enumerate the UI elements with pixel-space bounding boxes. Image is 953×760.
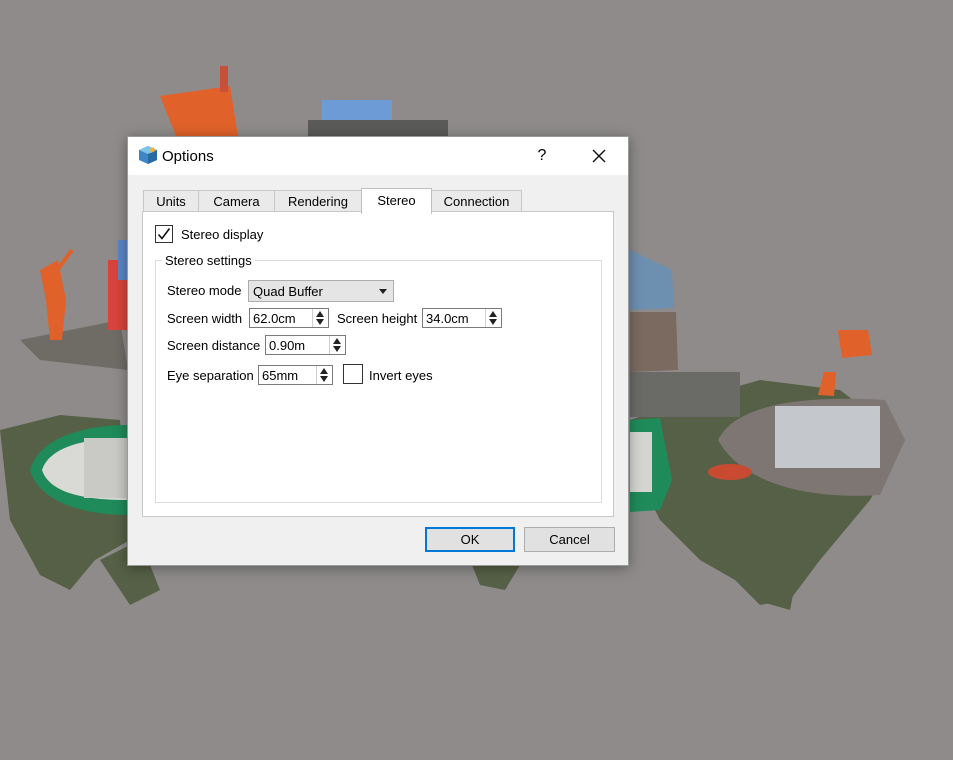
eye-separation-label: Eye separation: [167, 368, 254, 383]
arrow-down-icon[interactable]: [320, 376, 328, 382]
title-bar[interactable]: Options ?: [128, 137, 628, 175]
options-dialog: Options ? Units Camera Rendering Stereo …: [127, 136, 629, 566]
screen-distance-stepper[interactable]: [329, 336, 345, 354]
arrow-up-icon[interactable]: [489, 311, 497, 317]
dialog-title: Options: [162, 148, 214, 165]
top-crane: [160, 66, 448, 138]
screen-height-stepper[interactable]: [485, 309, 501, 327]
stereo-mode-label: Stereo mode: [167, 283, 242, 298]
stereo-display-checkbox[interactable]: [155, 225, 173, 243]
tab-camera[interactable]: Camera: [198, 190, 275, 212]
tab-connection[interactable]: Connection: [431, 190, 522, 212]
arrow-down-icon[interactable]: [333, 346, 341, 352]
invert-eyes-checkbox[interactable]: [343, 364, 363, 384]
screen-distance-label: Screen distance: [167, 338, 261, 353]
screen-height-label: Screen height: [337, 311, 418, 326]
screen-distance-spinbox[interactable]: 0.90m: [265, 335, 346, 355]
tab-units[interactable]: Units: [143, 190, 199, 212]
screen-width-value: 62.0cm: [253, 311, 296, 326]
tab-rendering[interactable]: Rendering: [274, 190, 362, 212]
eye-separation-spinbox[interactable]: 65mm: [258, 365, 333, 385]
arrow-down-icon[interactable]: [316, 319, 324, 325]
tab-stereo[interactable]: Stereo: [361, 188, 432, 214]
screen-height-value: 34.0cm: [426, 311, 469, 326]
ok-button[interactable]: OK: [425, 527, 515, 552]
stereo-settings-group: Stereo settings Stereo mode Quad Buffer …: [155, 253, 602, 503]
help-button[interactable]: ?: [530, 143, 554, 169]
arrow-up-icon[interactable]: [320, 368, 328, 374]
screen-width-stepper[interactable]: [312, 309, 328, 327]
screen-width-spinbox[interactable]: 62.0cm: [249, 308, 329, 328]
app-cube-icon: [139, 146, 157, 164]
screen-distance-value: 0.90m: [269, 338, 306, 353]
chevron-down-icon: [379, 289, 387, 294]
cancel-button[interactable]: Cancel: [524, 527, 615, 552]
close-icon: [592, 149, 606, 163]
stereo-tab-pane: Stereo display Stereo settings Stereo mo…: [142, 211, 614, 517]
screen-height-spinbox[interactable]: 34.0cm: [422, 308, 502, 328]
eye-separation-stepper[interactable]: [316, 366, 332, 384]
right-buildings: [630, 250, 740, 417]
stereo-mode-value: Quad Buffer: [253, 284, 323, 299]
stereo-settings-title: Stereo settings: [162, 253, 255, 268]
stereo-mode-select[interactable]: Quad Buffer: [248, 280, 394, 302]
eye-separation-value: 65mm: [262, 368, 299, 383]
orange-fragments: [818, 330, 872, 396]
screen-width-label: Screen width: [167, 311, 243, 326]
arrow-down-icon[interactable]: [489, 319, 497, 325]
arrow-up-icon[interactable]: [333, 338, 341, 344]
invert-eyes-label: Invert eyes: [369, 368, 433, 383]
checkmark-icon: [157, 228, 171, 240]
close-button[interactable]: [586, 143, 612, 169]
left-dock: [20, 240, 128, 370]
arrow-up-icon[interactable]: [316, 311, 324, 317]
stereo-display-label: Stereo display: [181, 227, 264, 242]
